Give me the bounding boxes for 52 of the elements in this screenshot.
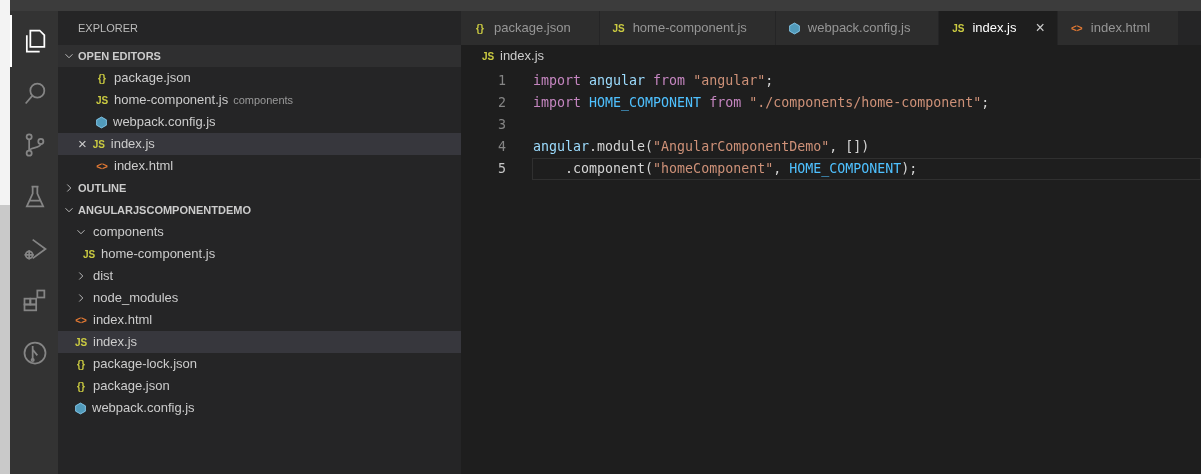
sidebar-title: EXPLORER bbox=[77, 20, 139, 36]
file-item[interactable]: JS index.js bbox=[58, 331, 461, 353]
section-header[interactable]: OUTLINE bbox=[58, 177, 461, 199]
line-number: 2 bbox=[497, 94, 506, 113]
section-header[interactable]: ANGULARJSCOMPONENTDEMO bbox=[58, 199, 461, 221]
json-icon: {} bbox=[95, 70, 109, 86]
js-icon: JS bbox=[481, 48, 495, 64]
open-editor-item[interactable]: × JS index.js bbox=[58, 133, 461, 155]
line-number: 5 bbox=[497, 160, 506, 179]
js-icon: JS bbox=[91, 136, 106, 152]
breadcrumb[interactable]: JS index.js bbox=[461, 45, 1201, 67]
html-icon: <> bbox=[1069, 20, 1084, 36]
js-icon: JS bbox=[611, 20, 626, 36]
cube-icon bbox=[95, 115, 108, 129]
json-icon: {} bbox=[74, 378, 88, 394]
open-editor-item[interactable]: webpack.config.js bbox=[58, 111, 461, 133]
graph-icon bbox=[21, 339, 49, 367]
file-item[interactable]: <> index.html bbox=[58, 309, 461, 331]
folder-item[interactable]: components bbox=[58, 221, 461, 243]
js-icon: JS bbox=[82, 246, 96, 262]
cube-icon bbox=[787, 21, 801, 35]
js-icon: JS bbox=[74, 334, 88, 350]
code-line: angular.module("AngularComponentDemo", []) bbox=[532, 138, 871, 157]
open-editor-item[interactable]: {} package.json bbox=[58, 67, 461, 89]
html-icon: <> bbox=[95, 158, 109, 174]
js-icon: JS bbox=[951, 20, 966, 36]
editor-tab[interactable]: JS index.js × bbox=[939, 11, 1058, 45]
folder-item[interactable]: dist bbox=[58, 265, 461, 287]
json-icon: {} bbox=[74, 356, 88, 372]
open-editor-item[interactable]: JS home-component.js components bbox=[58, 89, 461, 111]
line-number: 1 bbox=[497, 72, 506, 91]
line-number: 3 bbox=[497, 116, 506, 135]
open-editor-item[interactable]: <> index.html bbox=[58, 155, 461, 177]
editor-tab[interactable]: <> index.html bbox=[1057, 11, 1180, 45]
js-icon: JS bbox=[95, 92, 109, 108]
file-item[interactable]: {} package-lock.json bbox=[58, 353, 461, 375]
editor-tab[interactable]: webpack.config.js bbox=[775, 11, 940, 45]
code-line: import angular from "angular"; bbox=[532, 72, 775, 91]
file-item[interactable]: webpack.config.js bbox=[58, 397, 461, 419]
line-number: 4 bbox=[497, 138, 506, 157]
editor-tab[interactable]: JS home-component.js bbox=[599, 11, 776, 45]
file-item[interactable]: {} package.json bbox=[58, 375, 461, 397]
section-header[interactable]: OPEN EDITORS bbox=[58, 45, 461, 67]
file-item[interactable]: JS home-component.js bbox=[58, 243, 461, 265]
json-icon: {} bbox=[473, 20, 487, 36]
html-icon: <> bbox=[74, 312, 88, 328]
editor-tab[interactable]: {} package.json bbox=[461, 11, 600, 45]
cube-icon bbox=[74, 401, 87, 415]
folder-item[interactable]: node_modules bbox=[58, 287, 461, 309]
close-icon[interactable]: × bbox=[1035, 16, 1045, 40]
code-line: import HOME_COMPONENT from "./components/home-component"; bbox=[532, 94, 991, 113]
close-icon[interactable]: × bbox=[78, 132, 87, 156]
